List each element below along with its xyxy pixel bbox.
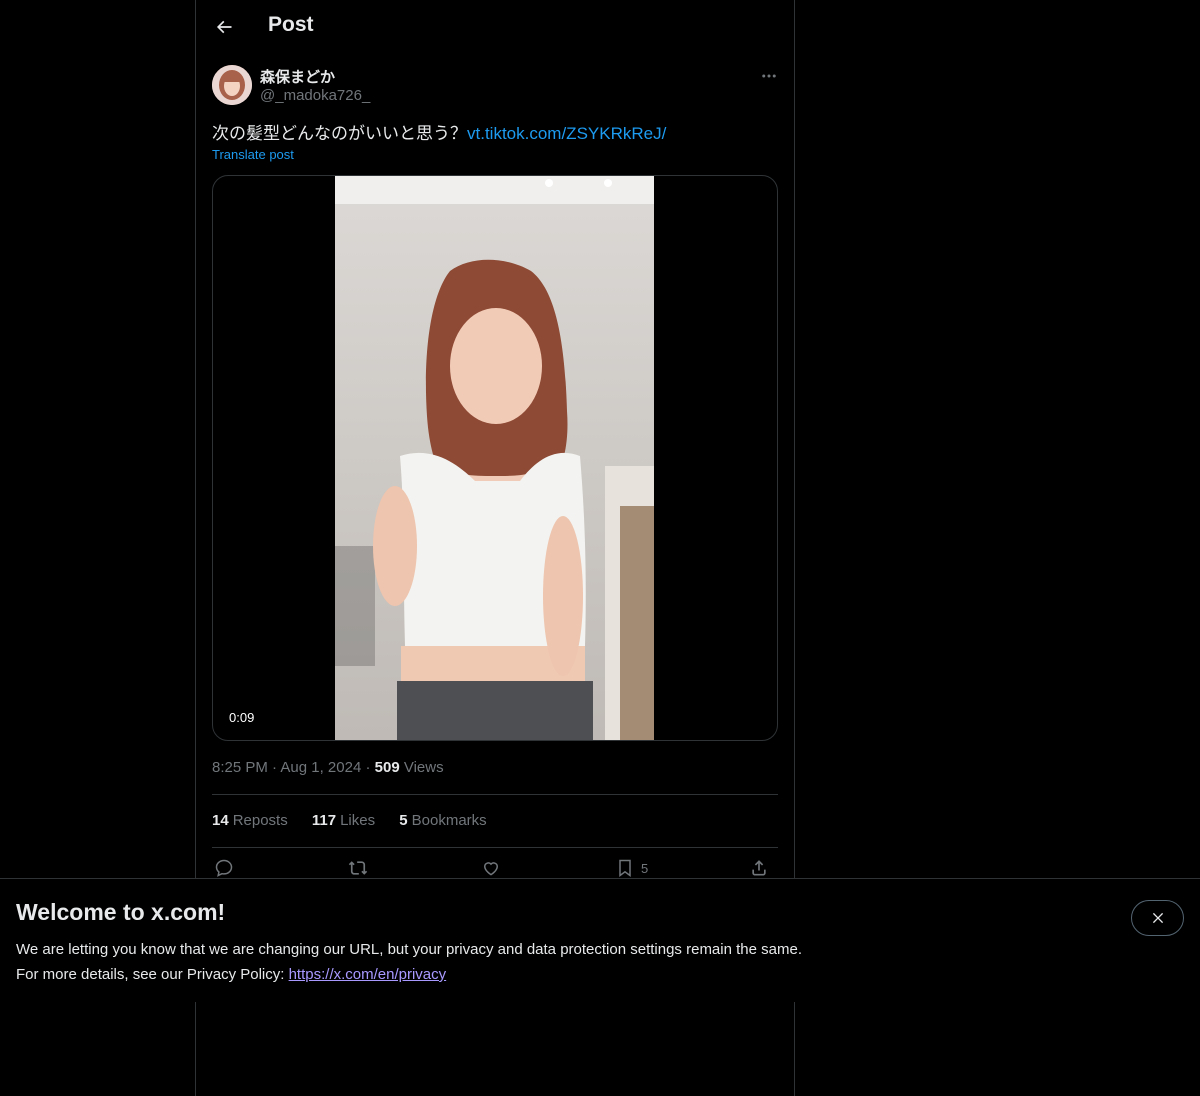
- banner-line-2-prefix: For more details, see our Privacy Policy…: [16, 966, 289, 983]
- heart-icon: [483, 862, 499, 876]
- repost-icon: [348, 861, 368, 875]
- arrow-left-icon: [216, 20, 232, 34]
- views-count: 509: [374, 759, 400, 776]
- video-thumbnail: [335, 176, 654, 740]
- likes-count: 117: [311, 812, 337, 829]
- meta-separator: ·: [365, 759, 371, 776]
- bookmarks-label: Bookmarks: [411, 812, 487, 829]
- post-link[interactable]: vt.tiktok.com/ZSYKRkReJ/: [467, 124, 666, 143]
- repost-button[interactable]: [347, 858, 369, 878]
- reposts-stat[interactable]: 14 Reposts: [212, 812, 288, 829]
- likes-label: Likes: [340, 812, 376, 829]
- translate-post-link[interactable]: Translate post: [212, 147, 294, 162]
- share-icon: [752, 860, 766, 876]
- banner-text: We are letting you know that we are chan…: [16, 937, 802, 987]
- reposts-label: Reposts: [232, 812, 288, 829]
- post-stats: 14 Reposts 117 Likes 5 Bookmarks: [212, 812, 507, 829]
- banner-line-2: For more details, see our Privacy Policy…: [16, 962, 802, 987]
- close-icon: [1152, 912, 1163, 924]
- avatar[interactable]: [212, 65, 252, 105]
- reply-button[interactable]: [214, 858, 234, 878]
- avatar-image: [212, 65, 252, 105]
- banner-line-1: We are letting you know that we are chan…: [16, 941, 802, 958]
- bookmark-button[interactable]: 5: [615, 858, 648, 878]
- welcome-banner: Welcome to x.com! We are letting you kno…: [0, 878, 1200, 1002]
- share-button[interactable]: [749, 858, 769, 878]
- video-player[interactable]: 0:09: [212, 175, 778, 741]
- post-date[interactable]: Aug 1, 2024: [280, 759, 361, 776]
- bookmark-count: 5: [641, 860, 649, 876]
- video-duration: 0:09: [229, 710, 255, 725]
- post-body: 次の髪型どんなのがいいと思う？: [212, 124, 467, 143]
- divider: [212, 794, 778, 795]
- post-time[interactable]: 8:25 PM: [212, 759, 268, 776]
- reposts-count: 14: [212, 812, 229, 829]
- post-text: 次の髪型どんなのがいいと思う？vt.tiktok.com/ZSYKRkReJ/: [212, 119, 666, 144]
- privacy-policy-link[interactable]: https://x.com/en/privacy: [289, 966, 447, 983]
- post-meta: 8:25 PM · Aug 1, 2024 · 509 Views: [212, 759, 444, 776]
- page-title: Post: [268, 13, 314, 36]
- close-banner-button[interactable]: [1131, 900, 1184, 936]
- meta-separator: ·: [272, 759, 278, 776]
- reply-icon: [215, 859, 233, 877]
- like-button[interactable]: [481, 858, 501, 878]
- bookmark-icon: [619, 859, 631, 877]
- bookmarks-stat[interactable]: 5 Bookmarks: [399, 812, 486, 829]
- bookmarks-count: 5: [399, 812, 408, 829]
- divider: [212, 847, 778, 848]
- likes-stat[interactable]: 117 Likes: [312, 812, 375, 829]
- more-options-button[interactable]: [756, 64, 782, 88]
- views-label: Views: [403, 759, 444, 776]
- video-frame: [335, 176, 654, 740]
- more-horizontal-icon: [762, 74, 776, 78]
- back-button[interactable]: [206, 9, 242, 45]
- post-header: Post: [196, 0, 794, 54]
- author-display-name[interactable]: 森保まどか: [260, 66, 335, 87]
- banner-title: Welcome to x.com!: [16, 899, 226, 925]
- author-handle[interactable]: @_madoka726_: [260, 87, 370, 104]
